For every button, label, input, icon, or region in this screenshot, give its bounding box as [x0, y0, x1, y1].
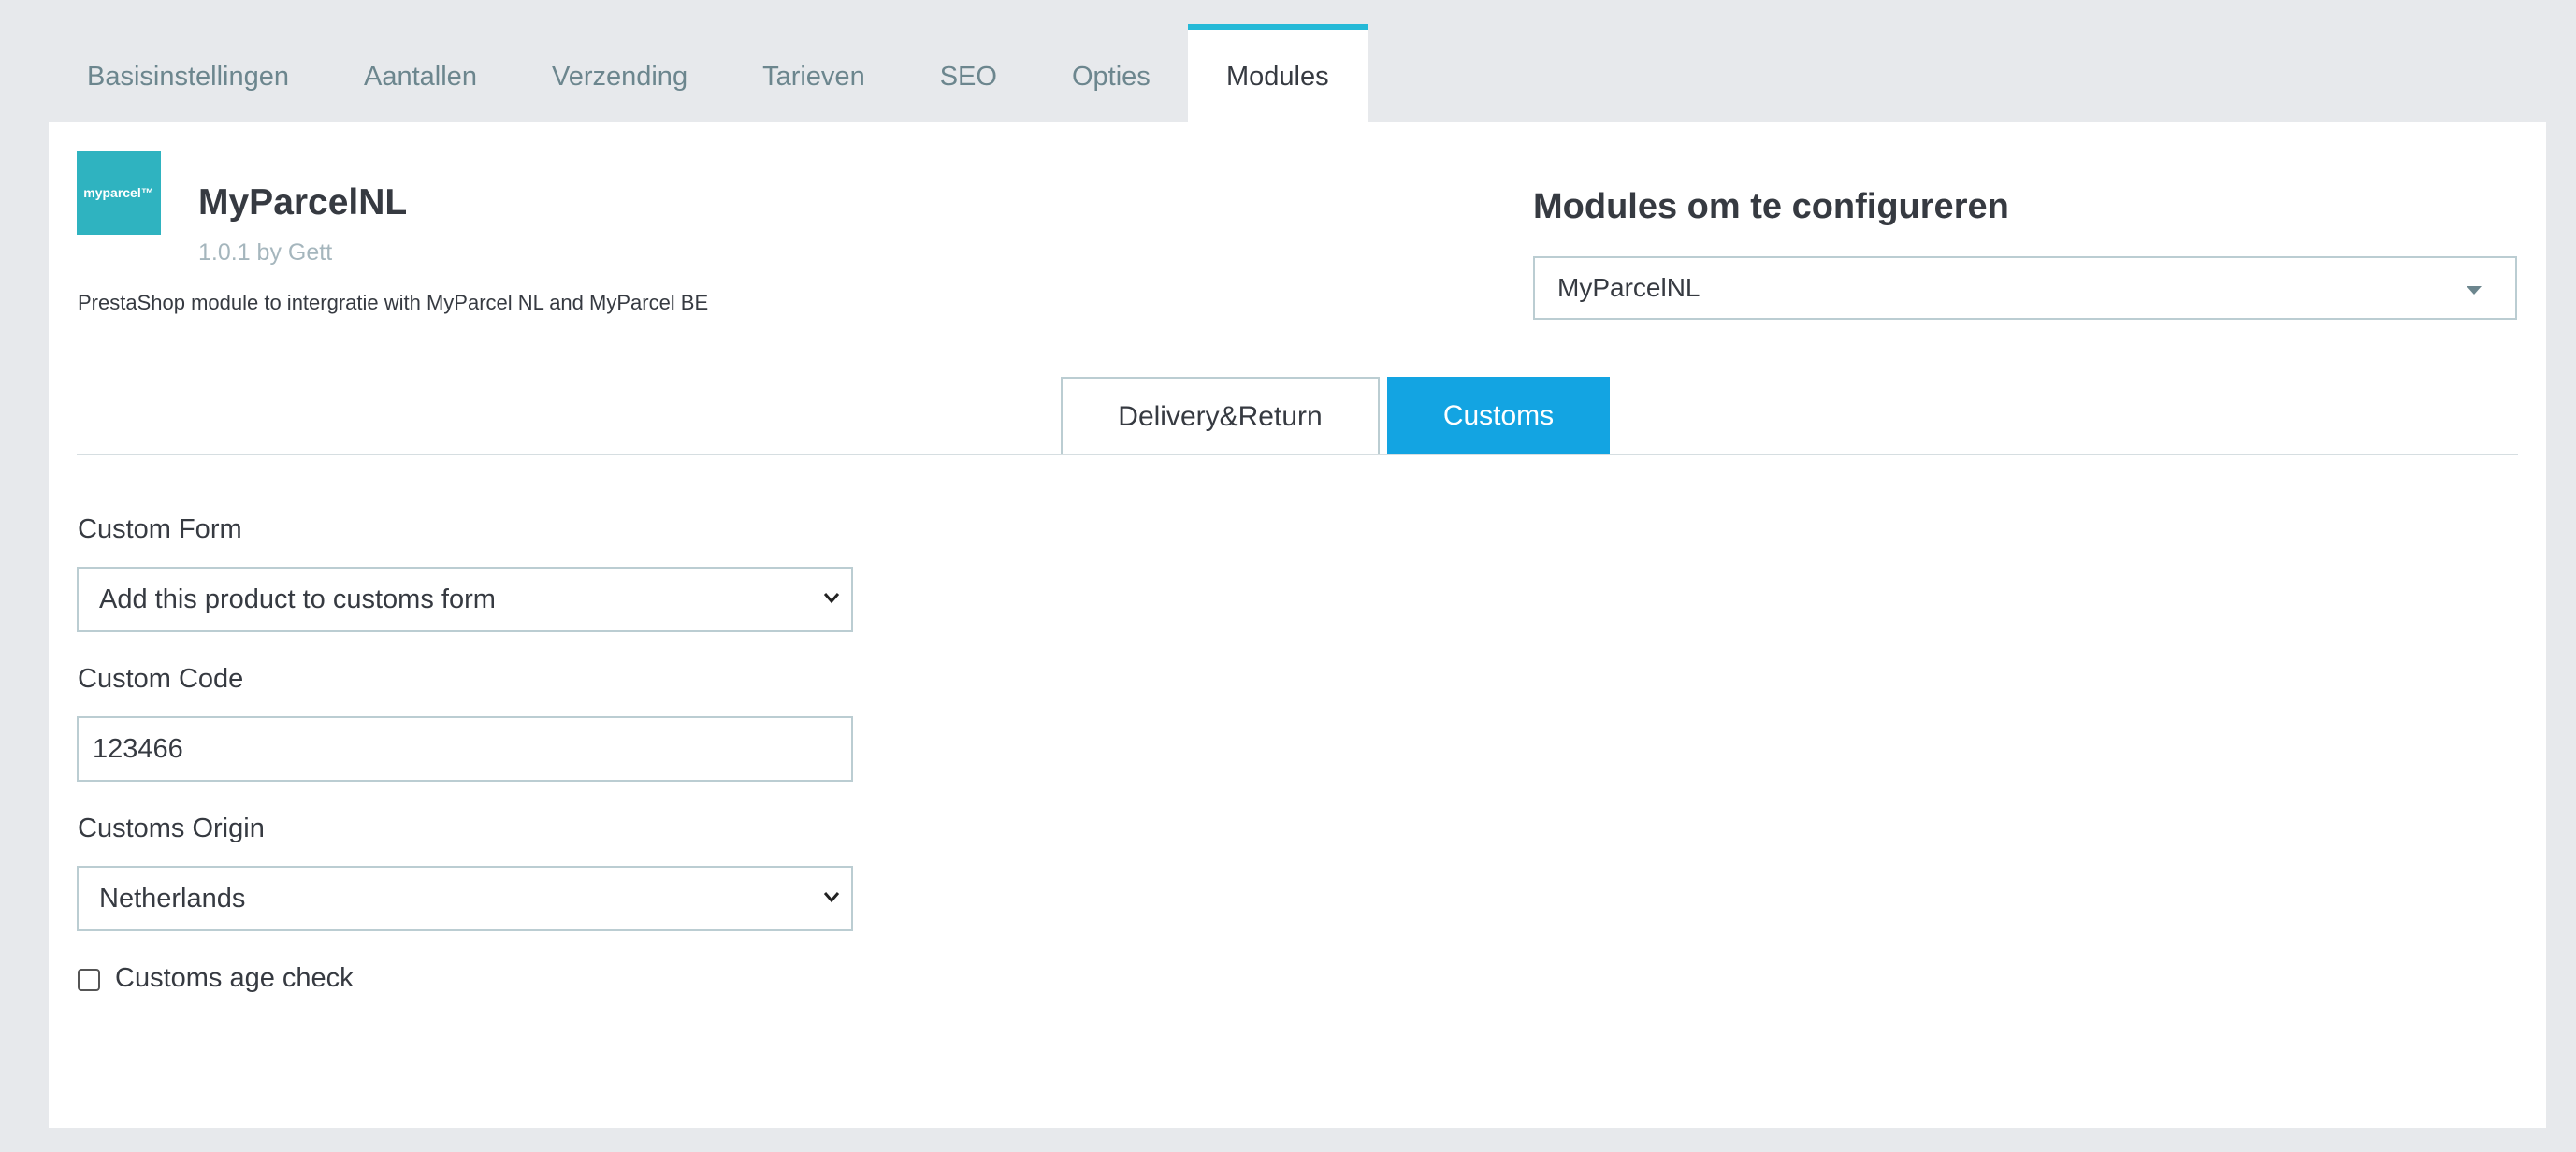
tab-opties[interactable]: Opties — [1035, 24, 1188, 123]
logo-text: myparcel™ — [83, 185, 154, 200]
tab-customs[interactable]: Customs — [1387, 377, 1610, 455]
tab-modules[interactable]: Modules — [1187, 24, 1368, 123]
modules-panel: myparcel™ MyParcelNL 1.0.1 by Gett Prest… — [49, 122, 2546, 1128]
module-description: PrestaShop module to intergratie with My… — [78, 291, 709, 314]
module-name: MyParcelNL — [198, 182, 408, 223]
subtabs-divider — [77, 454, 2518, 455]
customs-age-check-checkbox[interactable] — [78, 969, 100, 991]
tab-verzending[interactable]: Verzending — [514, 24, 725, 123]
module-version: 1.0.1 by Gett — [198, 239, 333, 266]
tab-basisinstellingen[interactable]: Basisinstellingen — [49, 24, 326, 123]
configure-title: Modules om te configureren — [1533, 187, 2009, 226]
custom-form-value: Add this product to customs form — [99, 583, 496, 614]
custom-code-input[interactable]: 123466 — [77, 716, 853, 782]
module-select[interactable]: MyParcelNL — [1533, 256, 2517, 320]
module-subtabs: Delivery&Return Customs — [1061, 377, 1610, 455]
product-tabs: Basisinstellingen Aantallen Verzending T… — [49, 24, 1368, 123]
customs-origin-select[interactable]: Netherlands — [77, 866, 853, 931]
customs-origin-label: Customs Origin — [78, 814, 265, 843]
tab-aantallen[interactable]: Aantallen — [326, 24, 514, 123]
caret-down-icon — [2467, 286, 2482, 295]
customs-age-check-label[interactable]: Customs age check — [115, 963, 354, 994]
tab-seo[interactable]: SEO — [903, 24, 1035, 123]
module-logo: myparcel™ — [77, 151, 161, 235]
module-select-value: MyParcelNL — [1557, 273, 1700, 302]
tab-delivery-return[interactable]: Delivery&Return — [1061, 377, 1380, 455]
chevron-down-icon — [823, 593, 840, 604]
chevron-down-icon — [823, 892, 840, 903]
tab-tarieven[interactable]: Tarieven — [725, 24, 903, 123]
custom-form-select[interactable]: Add this product to customs form — [77, 567, 853, 632]
custom-form-label: Custom Form — [78, 514, 242, 544]
custom-code-label: Custom Code — [78, 664, 244, 694]
customs-origin-value: Netherlands — [99, 883, 246, 914]
custom-code-value: 123466 — [93, 733, 183, 764]
